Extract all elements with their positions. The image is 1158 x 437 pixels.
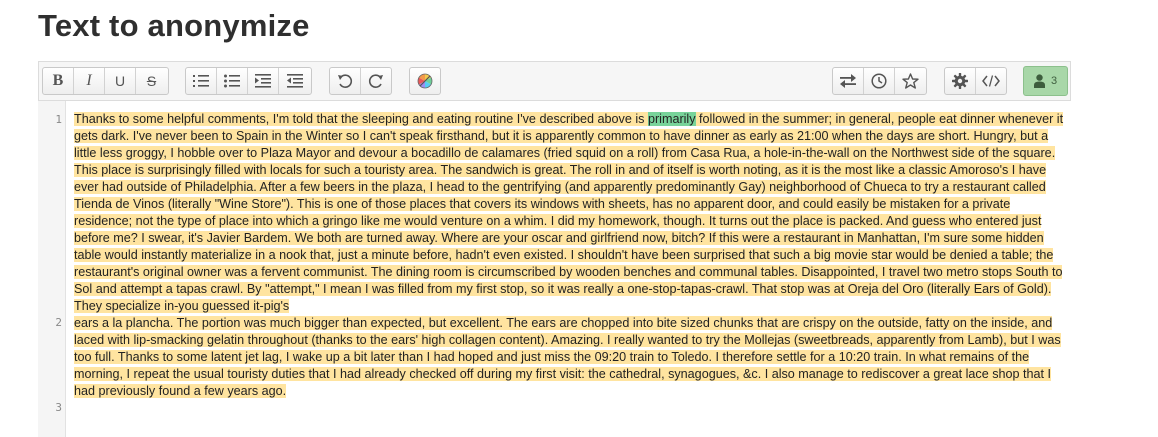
undo-button[interactable] [330, 68, 361, 94]
format-button-group: B I U S [42, 67, 169, 95]
redo-button[interactable] [361, 68, 391, 94]
paragraph-line-2: ears a la plancha. The portion was much … [74, 315, 1064, 400]
source-code-button[interactable] [976, 68, 1006, 94]
highlighted-text: followed in the summer; in general, peop… [74, 112, 1064, 313]
list-button-group [185, 67, 312, 95]
indent-button[interactable] [248, 68, 279, 94]
strikethrough-button[interactable]: S [136, 68, 167, 94]
favorite-button[interactable] [895, 68, 926, 94]
page-title: Text to anonymize [38, 8, 310, 43]
line-number: 3 [55, 401, 62, 414]
ordered-list-icon [193, 75, 209, 87]
line-number-gutter: 1 2 3 [38, 101, 66, 437]
outdent-icon [286, 74, 303, 88]
settings-button[interactable] [945, 68, 976, 94]
line-number: 2 [55, 316, 62, 329]
unordered-list-button[interactable] [217, 68, 248, 94]
highlighted-text: Thanks to some helpful comments, I'm tol… [74, 112, 648, 126]
document-actions-group [832, 67, 927, 95]
color-wheel-icon [417, 73, 433, 89]
redo-icon [368, 74, 383, 88]
users-online-button[interactable]: 3 [1023, 66, 1068, 96]
bold-button[interactable]: B [43, 68, 74, 94]
history-button-group [329, 67, 392, 95]
line-number: 1 [55, 113, 62, 126]
star-icon [902, 73, 919, 89]
editor-toolbar: B I U S 3 [38, 61, 1071, 101]
user-icon [1033, 74, 1045, 88]
users-count: 3 [1050, 75, 1058, 87]
clock-icon [871, 73, 887, 89]
paragraph-line-1: Thanks to some helpful comments, I'm tol… [74, 111, 1064, 315]
selected-word: primarily [647, 112, 696, 126]
indent-icon [255, 74, 271, 88]
paragraph-line-3 [74, 401, 1064, 418]
editor-content[interactable]: Thanks to some helpful comments, I'm tol… [74, 111, 1064, 400]
italic-button[interactable]: I [74, 68, 105, 94]
ordered-list-button[interactable] [186, 68, 217, 94]
text-color-button[interactable] [410, 68, 440, 94]
color-button-group [409, 67, 441, 95]
swap-button[interactable] [833, 68, 864, 94]
text-editor[interactable]: 1 2 3 Thanks to some helpful comments, I… [38, 101, 1071, 437]
swap-arrows-icon [840, 74, 856, 88]
settings-group [944, 67, 1007, 95]
underline-button[interactable]: U [105, 68, 136, 94]
undo-icon [337, 74, 352, 88]
unordered-list-icon [224, 74, 240, 88]
highlighted-text: ears a la plancha. The portion was much … [74, 316, 1061, 398]
gear-icon [951, 73, 968, 89]
history-button[interactable] [864, 68, 895, 94]
outdent-button[interactable] [279, 68, 310, 94]
code-icon [981, 75, 1000, 87]
